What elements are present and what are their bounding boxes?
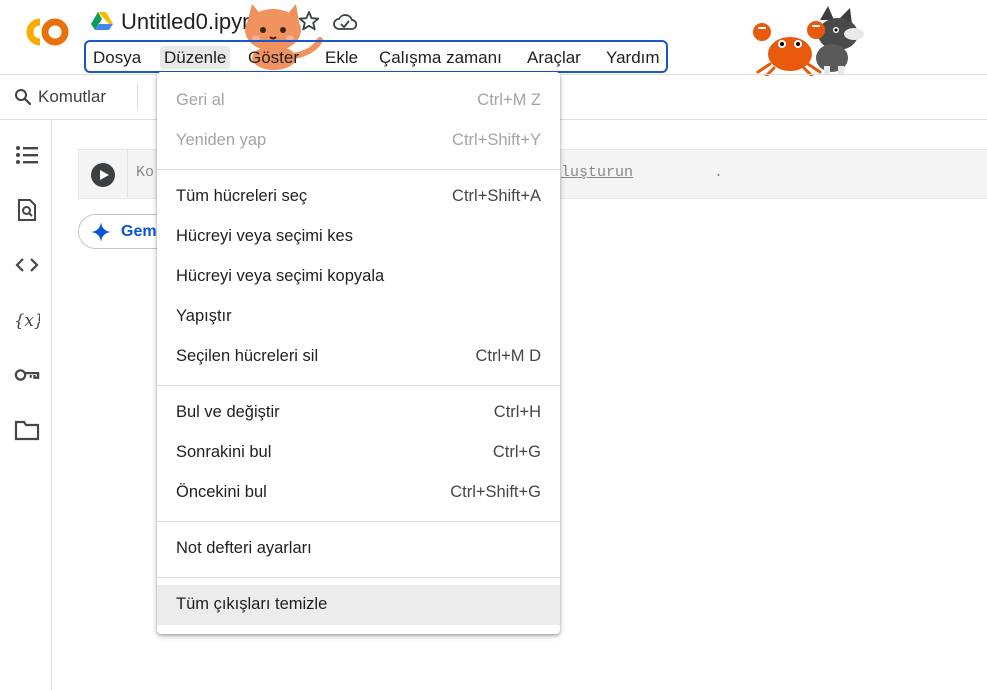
commands-label: Komutlar	[38, 87, 107, 106]
star-icon[interactable]	[298, 10, 320, 32]
menu-item-label: Hücreyi veya seçimi kes	[176, 227, 353, 245]
menu-item-label: Sonrakini bul	[176, 443, 272, 461]
cell-gutter-divider	[127, 150, 128, 198]
menu-view[interactable]: Göster	[244, 46, 303, 69]
menu-item-shortcut: Ctrl+Shift+A	[452, 187, 541, 205]
menu-item-shortcut: Ctrl+H	[493, 403, 541, 421]
code-snippets-icon[interactable]	[14, 252, 40, 278]
sidebar-divider	[51, 120, 52, 690]
menu-divider	[157, 577, 560, 578]
find-icon[interactable]	[14, 197, 40, 223]
cell-placeholder: Ko	[136, 164, 155, 181]
secrets-key-icon[interactable]	[14, 362, 40, 388]
menu-item-find-next[interactable]: Sonrakini bul Ctrl+G	[157, 433, 560, 473]
menu-item-label: Öncekini bul	[176, 483, 267, 501]
menu-item-label: Yapıştır	[176, 307, 232, 325]
menu-item-find-replace[interactable]: Bul ve değiştir Ctrl+H	[157, 393, 560, 433]
menu-divider	[157, 169, 560, 170]
search-icon	[15, 89, 32, 106]
menu-item-notebook-settings[interactable]: Not defteri ayarları	[157, 529, 560, 569]
menu-item-label: Not defteri ayarları	[176, 539, 312, 557]
gemini-sparkle-icon	[91, 221, 111, 242]
table-of-contents-icon[interactable]	[14, 142, 40, 168]
files-folder-icon[interactable]	[14, 417, 40, 443]
menu-item-copy[interactable]: Hücreyi veya seçimi kopyala	[157, 257, 560, 297]
menu-item-delete-cells[interactable]: Seçilen hücreleri sil Ctrl+M D	[157, 337, 560, 377]
menu-item-label: Tüm hücreleri seç	[176, 187, 308, 205]
edit-menu-dropdown: Geri al Ctrl+M Z Yeniden yap Ctrl+Shift+…	[157, 72, 560, 634]
menu-tools[interactable]: Araçlar	[523, 46, 585, 69]
menu-item-cut[interactable]: Hücreyi veya seçimi kes	[157, 217, 560, 257]
menu-item-shortcut: Ctrl+Shift+G	[450, 483, 541, 501]
menu-item-find-previous[interactable]: Öncekini bul Ctrl+Shift+G	[157, 473, 560, 513]
crab-and-dog-mascot-image	[750, 6, 870, 78]
toolbar-separator	[137, 84, 138, 110]
menu-runtime[interactable]: Çalışma zamanı	[375, 46, 506, 69]
menu-item-shortcut: Ctrl+M D	[475, 347, 541, 365]
menu-divider	[157, 385, 560, 386]
menu-item-label: Bul ve değiştir	[176, 403, 280, 421]
run-cell-icon[interactable]	[91, 163, 115, 187]
menu-help[interactable]: Yardım	[602, 46, 664, 69]
gemini-label: Gem	[121, 222, 157, 240]
menu-bar: Dosya Düzenle Göster Ekle Çalışma zamanı…	[84, 40, 668, 73]
menu-item-select-all-cells[interactable]: Tüm hücreleri seç Ctrl+Shift+A	[157, 177, 560, 217]
menu-item-redo[interactable]: Yeniden yap Ctrl+Shift+Y	[157, 121, 560, 161]
menu-item-undo[interactable]: Geri al Ctrl+M Z	[157, 81, 560, 121]
menu-item-shortcut: Ctrl+Shift+Y	[452, 131, 541, 149]
svg-text:{x}: {x}	[14, 311, 40, 330]
menu-insert[interactable]: Ekle	[321, 46, 362, 69]
menu-divider	[157, 521, 560, 522]
cell-placeholder-end: .	[714, 164, 724, 181]
menu-item-label: Yeniden yap	[176, 131, 267, 149]
menu-item-label: Tüm çıkışları temizle	[176, 595, 328, 613]
cell-placeholder-link[interactable]: luşturun	[561, 164, 633, 181]
menu-edit[interactable]: Düzenle	[160, 46, 231, 69]
colab-logo[interactable]	[18, 14, 72, 50]
cloud-saved-icon[interactable]	[333, 11, 358, 33]
menu-item-label: Geri al	[176, 91, 225, 109]
menu-file[interactable]: Dosya	[89, 46, 145, 69]
menu-item-clear-all-outputs[interactable]: Tüm çıkışları temizle	[157, 585, 560, 625]
menu-item-label: Hücreyi veya seçimi kopyala	[176, 267, 385, 285]
commands-button[interactable]: Komutlar	[14, 84, 106, 110]
variables-icon[interactable]: {x}	[14, 307, 40, 333]
menu-item-label: Seçilen hücreleri sil	[176, 347, 319, 365]
menu-item-paste[interactable]: Yapıştır	[157, 297, 560, 337]
google-drive-icon[interactable]	[91, 11, 113, 31]
menu-item-shortcut: Ctrl+G	[492, 443, 541, 461]
menu-item-shortcut: Ctrl+M Z	[477, 91, 541, 109]
